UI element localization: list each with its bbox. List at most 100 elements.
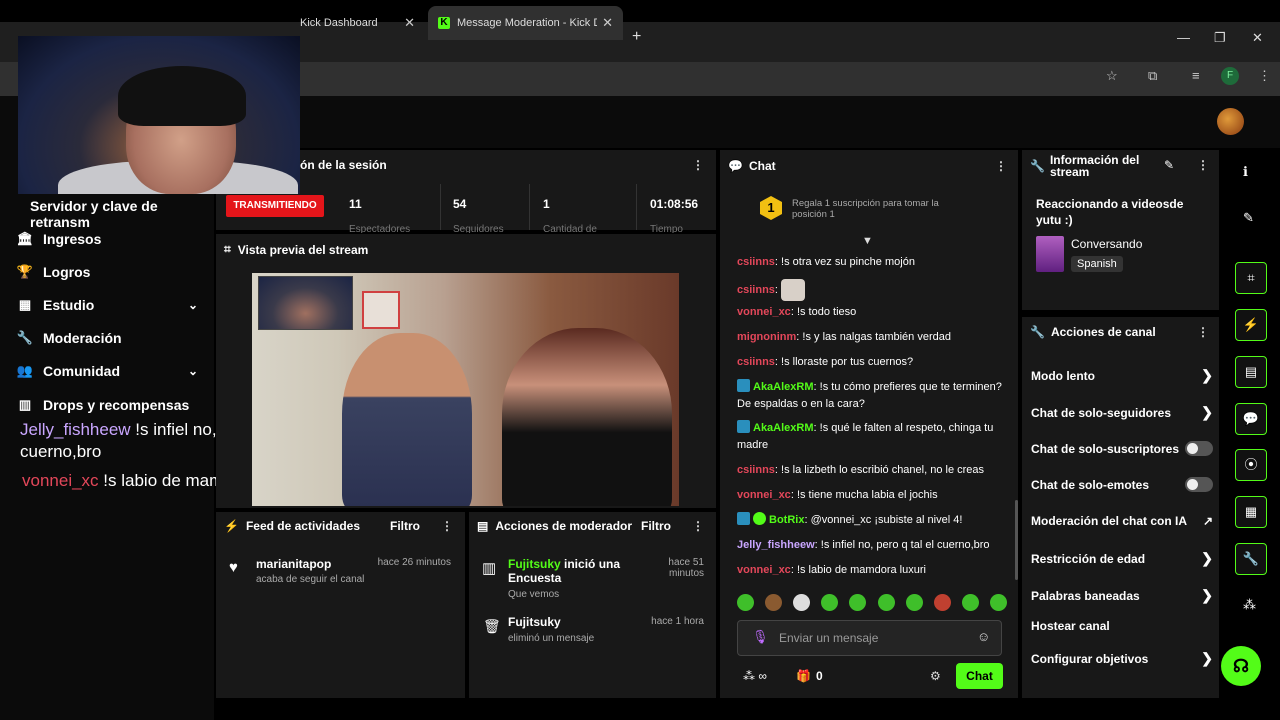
- expand-pinned-icon[interactable]: ▼: [862, 235, 873, 247]
- chat-user[interactable]: vonnei_xc: [737, 306, 791, 318]
- chat-user[interactable]: csiinns: [737, 256, 775, 268]
- sidebar-item-moderacion[interactable]: 🔧 Moderación: [16, 330, 198, 346]
- wrench-icon[interactable]: 🔧: [1235, 543, 1267, 575]
- emote-icon[interactable]: [989, 594, 1007, 611]
- chat-user[interactable]: AkaAlexRM: [753, 422, 814, 434]
- action-emotes-only[interactable]: Chat de solo-emotes: [1031, 477, 1213, 492]
- emote-icon[interactable]: [737, 594, 754, 611]
- divider: [440, 184, 441, 230]
- more-options-icon[interactable]: ⋮: [692, 519, 704, 533]
- help-chat-button[interactable]: ☊: [1221, 646, 1261, 686]
- filter-button[interactable]: Filtro: [390, 519, 420, 533]
- chat-user[interactable]: csiinns: [737, 356, 775, 368]
- bank-icon: 🏛: [16, 231, 34, 246]
- feed-item-user[interactable]: marianitapop: [256, 557, 331, 571]
- broadcast-icon[interactable]: ⦿: [1235, 449, 1267, 481]
- chat-bubble-icon: 💬: [728, 159, 743, 173]
- action-age-restriction[interactable]: Restricción de edad ❯: [1031, 550, 1213, 567]
- edit-icon[interactable]: ✎: [1243, 210, 1254, 226]
- action-followers-only[interactable]: Chat de solo-seguidores ❯: [1031, 404, 1213, 421]
- action-slow-mode[interactable]: Modo lento ❯: [1031, 367, 1213, 384]
- action-configure-goals[interactable]: Configurar objetivos ❯: [1031, 650, 1213, 667]
- stream-title: Reaccionando a videosde yutu :): [1036, 197, 1184, 227]
- close-icon[interactable]: ✕: [602, 15, 613, 31]
- toggle-switch[interactable]: [1185, 441, 1213, 456]
- stream-preview-toggle-icon[interactable]: ⌗: [1235, 262, 1267, 294]
- extensions-icon[interactable]: ⧉: [1148, 68, 1157, 84]
- chat-user[interactable]: AkaAlexRM: [753, 381, 814, 393]
- poll-icon: ▥: [482, 560, 497, 577]
- sidebar-item-ingresos[interactable]: 🏛 Ingresos: [16, 231, 198, 247]
- category-name[interactable]: Conversando: [1071, 237, 1142, 251]
- chat-user[interactable]: csiinns: [737, 284, 775, 296]
- sidebar-item-comunidad[interactable]: 👥 Comunidad ⌄: [16, 363, 198, 379]
- chat-user[interactable]: Jelly_fishheew: [737, 539, 815, 551]
- browser-profile-avatar[interactable]: F: [1221, 67, 1239, 85]
- emote-icon[interactable]: [849, 594, 867, 611]
- bolt-icon[interactable]: ⚡: [1235, 309, 1267, 341]
- gear-icon[interactable]: ⚙: [930, 669, 941, 683]
- chat-user[interactable]: vonnei_xc: [737, 489, 791, 501]
- tab-message-moderation[interactable]: K Message Moderation - Kick Da ✕: [428, 6, 623, 40]
- emote-icon[interactable]: [933, 594, 951, 611]
- maximize-icon[interactable]: ❐: [1214, 30, 1226, 46]
- tab-kick-dashboard[interactable]: Kick Dashboard ✕: [290, 6, 425, 40]
- chat-user[interactable]: mignoninm: [737, 331, 796, 343]
- stream-info-title: 🔧 Información del stream: [1030, 154, 1155, 178]
- action-subscribers-only[interactable]: Chat de solo-suscriptores: [1031, 441, 1213, 456]
- layout-icon[interactable]: ▦: [1235, 496, 1267, 528]
- sidebar-item-estudio[interactable]: ▦ Estudio ⌄: [16, 297, 198, 313]
- info-icon[interactable]: ℹ: [1243, 164, 1248, 180]
- emote-icon[interactable]: [961, 594, 979, 611]
- pinned-message[interactable]: Regala 1 suscripción para tomar la posic…: [792, 198, 972, 220]
- chat-bubble-icon[interactable]: 💬: [1235, 403, 1267, 435]
- channel-points-icon[interactable]: ⁂: [1243, 597, 1256, 613]
- more-options-icon[interactable]: ⋮: [441, 519, 453, 533]
- emote-icon[interactable]: [877, 594, 895, 611]
- gift-icon[interactable]: 🎁: [796, 669, 811, 683]
- close-icon[interactable]: ✕: [404, 15, 415, 31]
- action-banned-words[interactable]: Palabras baneadas ❯: [1031, 587, 1213, 604]
- send-chat-button[interactable]: Chat: [956, 663, 1003, 689]
- close-window-icon[interactable]: ✕: [1252, 30, 1263, 46]
- new-tab-button[interactable]: +: [632, 28, 641, 46]
- chat-user[interactable]: BotRix: [769, 514, 804, 526]
- sidebar-item-logros[interactable]: 🏆 Logros: [16, 264, 198, 280]
- channel-points-icon[interactable]: ⁂ ∞: [743, 669, 767, 683]
- action-label: Chat de solo-suscriptores: [1031, 441, 1180, 456]
- sidebar-item-label: Moderación: [43, 330, 122, 346]
- mod-item-user[interactable]: Fujitsuky: [508, 557, 561, 571]
- emote-icon[interactable]: [765, 594, 783, 611]
- browser-menu-icon[interactable]: ⋮: [1258, 68, 1271, 84]
- sidebar-item-drops[interactable]: ▥ Drops y recompensas: [16, 397, 198, 413]
- sidebar-item-stream-key[interactable]: Servidor y clave de retransm: [16, 198, 198, 230]
- kick-badge-icon: [737, 420, 750, 433]
- avatar[interactable]: [1217, 108, 1244, 135]
- overlay-chat-user: Jelly_fishheew: [20, 420, 131, 439]
- emote-icon[interactable]: [793, 594, 811, 611]
- more-options-icon[interactable]: ⋮: [692, 158, 704, 172]
- document-icon[interactable]: ▤: [1235, 356, 1267, 388]
- chat-user[interactable]: vonnei_xc: [737, 564, 791, 576]
- trophy-icon: 🏆: [16, 264, 34, 279]
- microphone-icon[interactable]: 🎙: [752, 629, 769, 645]
- more-options-icon[interactable]: ⋮: [1197, 325, 1209, 339]
- action-ai-moderation[interactable]: Moderación del chat con IA ↗: [1031, 514, 1213, 528]
- filter-button[interactable]: Filtro: [641, 519, 671, 533]
- edit-icon[interactable]: ✎: [1164, 158, 1174, 172]
- stream-info-title-text: Información del stream: [1049, 153, 1140, 179]
- media-icon[interactable]: ≡: [1192, 68, 1200, 83]
- emote-icon[interactable]: [905, 594, 923, 611]
- more-options-icon[interactable]: ⋮: [995, 159, 1007, 173]
- sidebar-item-label: Comunidad: [43, 363, 120, 379]
- bookmark-star-icon[interactable]: ☆: [1106, 68, 1118, 84]
- minimize-icon[interactable]: —: [1177, 30, 1190, 45]
- chat-scrollbar[interactable]: [1015, 500, 1018, 580]
- emote-icon[interactable]: [821, 594, 839, 611]
- chat-user[interactable]: csiinns: [737, 464, 775, 476]
- emoji-icon[interactable]: ☺: [977, 629, 990, 644]
- toggle-switch[interactable]: [1185, 477, 1213, 492]
- action-host-channel[interactable]: Hostear canal: [1031, 619, 1213, 633]
- more-options-icon[interactable]: ⋮: [1197, 158, 1209, 172]
- mod-item-user[interactable]: Fujitsuky: [508, 615, 561, 629]
